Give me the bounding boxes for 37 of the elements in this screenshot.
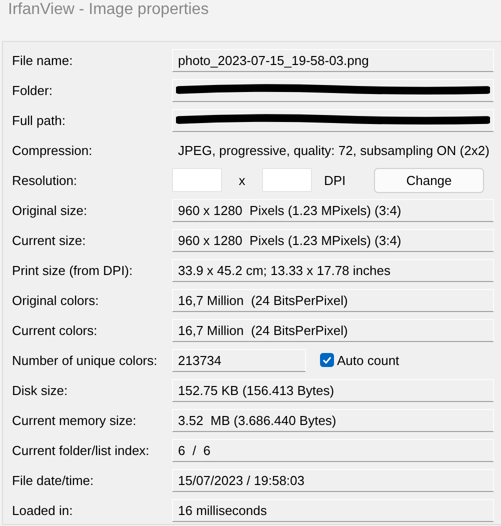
value-field: 960 x 1280 Pixels (1.23 MPixels) (3:4) <box>172 198 494 222</box>
unit-text: DPI <box>324 172 347 188</box>
value-field: photo_2023-07-15_19-58-03.png <box>172 48 494 72</box>
field-label: Current size: <box>12 232 87 248</box>
value-field: 33.9 x 45.2 cm; 13.33 x 17.78 inches <box>172 258 494 282</box>
value-field: 16,7 Million (24 BitsPerPixel) <box>172 288 494 312</box>
field-label: Full path: <box>12 112 66 128</box>
dpi-input[interactable] <box>262 168 312 192</box>
field-label: Resolution: <box>12 172 78 188</box>
field-label: Compression: <box>12 142 94 158</box>
field-label: Print size (from DPI): <box>12 262 134 278</box>
field-label: Original colors: <box>12 292 100 308</box>
field-label: File name: <box>12 52 74 68</box>
field-label: Current folder/list index: <box>12 442 150 458</box>
field-label: Current colors: <box>12 322 98 338</box>
window-title: IrfanView - Image properties <box>8 1 209 18</box>
value-field: 16,7 Million (24 BitsPerPixel) <box>172 318 494 342</box>
value-text: JPEG, progressive, quality: 72, subsampling ON (2x2) <box>177 142 490 160</box>
field-label: Current memory size: <box>12 412 138 428</box>
value-field: 6 / 6 <box>172 438 494 462</box>
checkbox-label[interactable]: Auto count <box>337 352 400 368</box>
checkbox[interactable] <box>320 353 334 367</box>
field-label: Loaded in: <box>12 502 74 518</box>
value-field: 960 x 1280 Pixels (1.23 MPixels) (3:4) <box>172 228 494 252</box>
field-label: Folder: <box>12 82 54 98</box>
dpi-input[interactable] <box>172 168 222 192</box>
value-field: 213734 <box>172 348 306 372</box>
separator-text: x <box>238 172 246 188</box>
field-label: Disk size: <box>12 382 69 398</box>
field-label: File date/time: <box>12 472 95 488</box>
value-field: 152.75 KB (156.413 Bytes) <box>172 378 494 402</box>
value-field: 15/07/2023 / 19:58:03 <box>172 468 494 492</box>
change-button[interactable]: Change <box>374 168 484 192</box>
value-field: 16 milliseconds <box>172 498 494 522</box>
value-field: 3.52 MB (3.686.440 Bytes) <box>172 408 494 432</box>
field-label: Number of unique colors: <box>12 352 158 368</box>
field-label: Original size: <box>12 202 88 218</box>
